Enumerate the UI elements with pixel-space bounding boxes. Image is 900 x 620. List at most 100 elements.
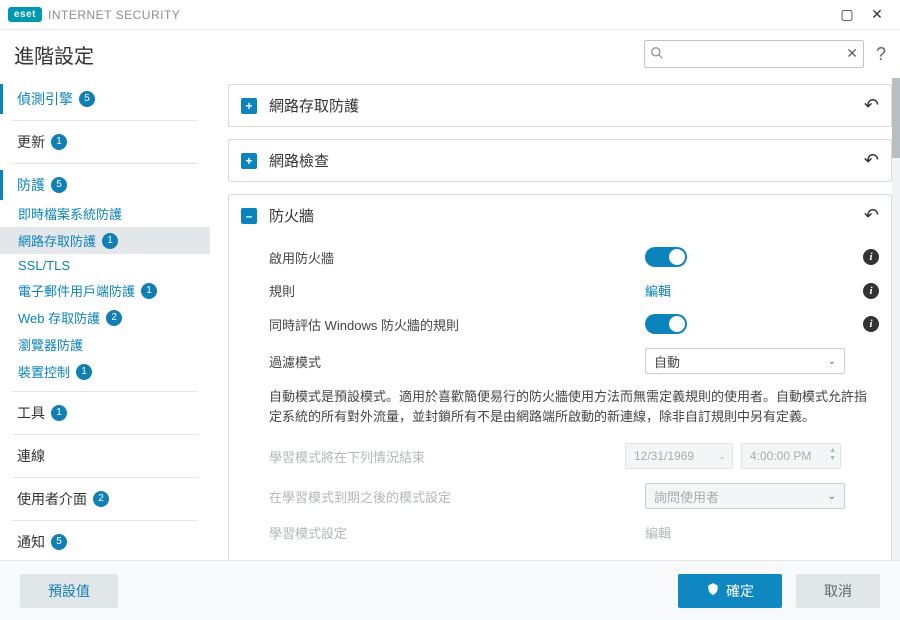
scrollbar-thumb[interactable] — [892, 78, 900, 158]
label-filter-mode: 過濾模式 — [269, 352, 645, 371]
select-value: 自動 — [654, 352, 680, 371]
count-badge: 2 — [106, 310, 122, 326]
panel-header-firewall[interactable]: – 防火牆 ↶ — [229, 195, 891, 236]
panel-title: 網路存取防護 — [269, 95, 856, 116]
panel-body: 啟用防火牆 i 規則 編輯 i 同時評估 Windows 防火牆的規則 — [229, 236, 891, 560]
toggle-eval-windows[interactable] — [645, 314, 687, 334]
count-badge: 2 — [93, 491, 109, 507]
select-value: 詢問使用者 — [654, 487, 719, 506]
panel-header-network-inspect[interactable]: + 網路檢查 ↶ — [229, 140, 891, 181]
search-wrap: ✕ — [644, 40, 864, 68]
sidebar-sub-email[interactable]: 電子郵件用戶端防護 1 — [0, 277, 210, 304]
divider — [12, 520, 198, 521]
panel-network-access: + 網路存取防護 ↶ — [228, 84, 892, 127]
defaults-button[interactable]: 預設值 — [20, 574, 118, 608]
expand-icon: + — [241, 98, 257, 114]
spinner-icon: ▲▼ — [829, 447, 836, 463]
count-badge: 5 — [79, 91, 95, 107]
undo-icon[interactable]: ↶ — [864, 150, 879, 171]
undo-icon[interactable]: ↶ — [828, 559, 843, 560]
row-learn-settings: 學習模式設定 編輯 — [241, 516, 879, 549]
chevron-down-icon: ⌄ — [828, 356, 836, 367]
sidebar-item-ui[interactable]: 使用者介面 2 — [0, 484, 210, 514]
undo-icon[interactable]: ↶ — [864, 205, 879, 226]
info-icon[interactable]: i — [863, 249, 879, 265]
sidebar-item-label: 工具 — [17, 403, 45, 423]
ok-button[interactable]: 確定 — [678, 574, 782, 608]
content-area: + 網路存取防護 ↶ + 網路檢查 ↶ – 防火牆 ↶ 啟用防火牆 — [210, 78, 900, 560]
sidebar-item-detection[interactable]: 偵測引擎 5 — [0, 84, 210, 114]
count-badge: 1 — [141, 283, 157, 299]
toggle-enable-firewall[interactable] — [645, 247, 687, 267]
link-learn-settings: 編輯 — [645, 523, 671, 542]
sidebar-item-label: 使用者介面 — [17, 489, 87, 509]
search-icon — [650, 46, 664, 63]
panel-firewall: – 防火牆 ↶ 啟用防火牆 i 規則 編輯 i 同時評 — [228, 194, 892, 560]
select-filter-mode[interactable]: 自動 ⌄ — [645, 348, 845, 374]
sidebar-item-protection[interactable]: 防護 5 — [0, 170, 210, 200]
link-edit-rules[interactable]: 編輯 — [645, 281, 671, 300]
label-eval-windows: 同時評估 Windows 防火牆的規則 — [269, 315, 645, 334]
collapse-icon: – — [241, 208, 257, 224]
chevron-down-icon: ⌄ — [828, 491, 836, 502]
count-badge: 1 — [102, 233, 118, 249]
label-learn-end: 學習模式將在下列情況結束 — [269, 447, 625, 466]
scrollbar-track[interactable] — [892, 78, 900, 560]
row-rules: 規則 編輯 i — [241, 274, 879, 307]
brand-product: INTERNET SECURITY — [48, 8, 180, 22]
row-filter-mode: 過濾模式 自動 ⌄ — [241, 341, 879, 381]
cancel-button[interactable]: 取消 — [796, 574, 880, 608]
panel-header-network-access[interactable]: + 網路存取防護 ↶ — [229, 85, 891, 126]
divider — [12, 120, 198, 121]
info-icon[interactable]: i — [863, 316, 879, 332]
row-after-learn: 在學習模式到期之後的模式設定 詢問使用者 ⌄ — [241, 476, 879, 516]
window-close-icon[interactable]: ✕ — [862, 0, 892, 30]
panel-network-inspect: + 網路檢查 ↶ — [228, 139, 892, 182]
sidebar-item-label: 防護 — [17, 175, 45, 195]
undo-icon[interactable]: ↶ — [864, 95, 879, 116]
sidebar-item-label: 更新 — [17, 132, 45, 152]
sidebar-sub-network-access[interactable]: 網路存取防護 1 — [0, 227, 210, 254]
filter-mode-description: 自動模式是預設模式。適用於喜歡簡便易行的防火牆使用方法而無需定義規則的使用者。自… — [241, 381, 879, 436]
sidebar-sub-realtime[interactable]: 即時檔案系統防護 — [0, 200, 210, 227]
sidebar-sub-ssltls[interactable]: SSL/TLS — [0, 254, 210, 277]
footer: 預設值 確定 取消 — [0, 560, 900, 620]
label-rules: 規則 — [269, 281, 645, 300]
info-icon[interactable]: i — [863, 283, 879, 299]
divider — [12, 163, 198, 164]
row-enable-firewall: 啟用防火牆 i — [241, 240, 879, 274]
count-badge: 5 — [51, 177, 67, 193]
count-badge: 1 — [76, 364, 92, 380]
expand-icon: + — [241, 153, 257, 169]
count-badge: 1 — [51, 134, 67, 150]
chevron-down-icon: ⌄ — [718, 451, 726, 462]
sidebar-sub-web[interactable]: Web 存取防護 2 — [0, 304, 210, 331]
count-badge: 5 — [51, 534, 67, 550]
sidebar-sub-device[interactable]: 裝置控制 1 — [0, 358, 210, 385]
help-button[interactable]: ? — [876, 44, 886, 65]
window-maximize-icon[interactable]: ▢ — [832, 0, 862, 30]
panel-title: 網路檢查 — [269, 150, 856, 171]
select-after-learn: 詢問使用者 ⌄ — [645, 483, 845, 509]
divider — [12, 391, 198, 392]
divider — [12, 477, 198, 478]
row-learn-end: 學習模式將在下列情況結束 12/31/1969 ⌄ 4:00:00 PM ▲▼ — [241, 436, 879, 476]
sidebar-item-tools[interactable]: 工具 1 — [0, 398, 210, 428]
title-bar: eset INTERNET SECURITY ▢ ✕ — [0, 0, 900, 30]
shield-icon — [706, 582, 720, 599]
header: 進階設定 ✕ ? — [0, 30, 900, 78]
sidebar-item-label: 偵測引擎 — [17, 89, 73, 109]
input-learn-time: 4:00:00 PM ▲▼ — [741, 443, 841, 469]
panel-title: 防火牆 — [269, 205, 856, 226]
sub-panel-app-modify[interactable]: + 應用程式修改偵測 ↶ i — [241, 549, 879, 560]
divider — [12, 434, 198, 435]
sidebar-item-connection[interactable]: 連線 — [0, 441, 210, 471]
label-enable-firewall: 啟用防火牆 — [269, 248, 645, 267]
sidebar-item-notify[interactable]: 通知 5 — [0, 527, 210, 557]
label-after-learn: 在學習模式到期之後的模式設定 — [269, 487, 645, 506]
search-input[interactable] — [644, 40, 864, 68]
sidebar-sub-browser[interactable]: 瀏覽器防護 — [0, 331, 210, 358]
sidebar-item-update[interactable]: 更新 1 — [0, 127, 210, 157]
search-clear-icon[interactable]: ✕ — [846, 45, 858, 62]
row-eval-windows-firewall: 同時評估 Windows 防火牆的規則 i — [241, 307, 879, 341]
